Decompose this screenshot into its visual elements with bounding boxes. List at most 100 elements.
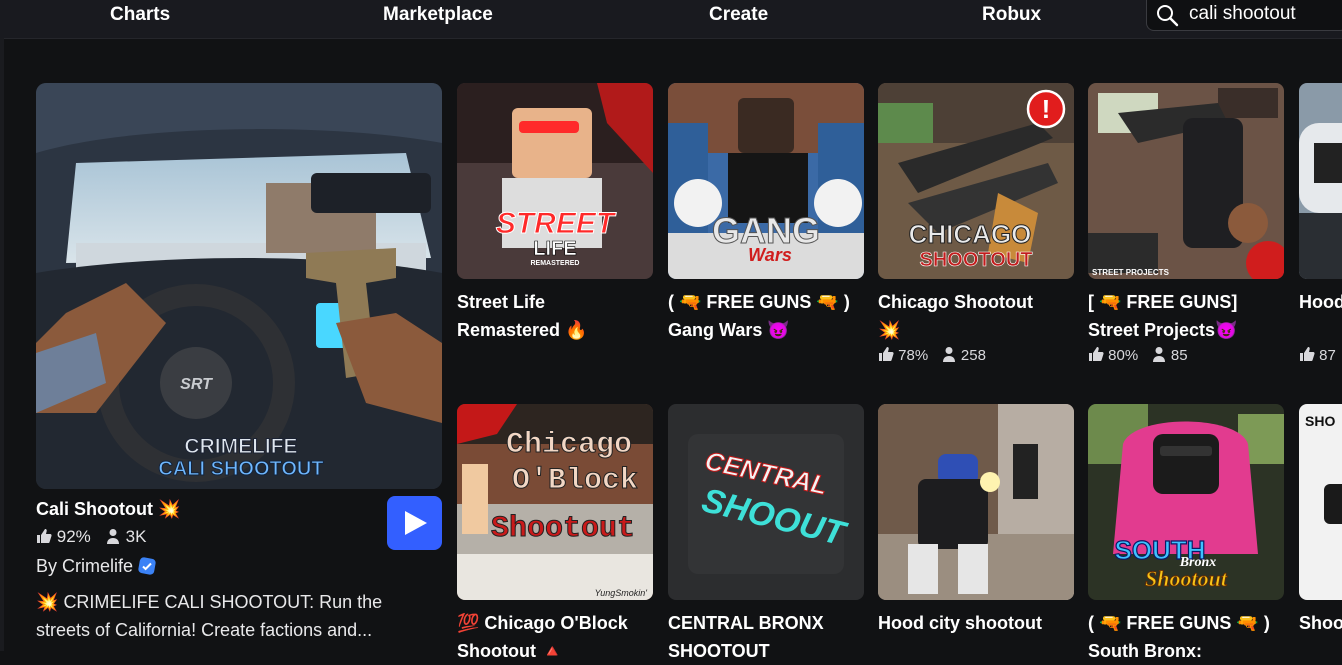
featured-description-emoji: 💥 — [36, 592, 59, 612]
game-title-text[interactable]: Shoo UPD — [1299, 613, 1342, 633]
featured-game-thumbnail[interactable]: SRT CRIMELIFE CALI SHOOTOUT — [36, 83, 442, 489]
game-title-text[interactable]: Hood — [1299, 292, 1342, 312]
game-players: 85 — [1170, 347, 1188, 364]
svg-text:Chicago: Chicago — [506, 428, 632, 462]
featured-title-text[interactable]: Cali Shootout — [36, 499, 153, 519]
svg-text:CHICAGO: CHICAGO — [909, 219, 1032, 249]
game-card[interactable]: GANG Wars ( 🔫 FREE GUNS 🔫 ) Gang Wars 😈 — [668, 83, 864, 344]
nav-robux[interactable]: Robux — [982, 4, 1041, 26]
svg-text:CRIMELIFE: CRIMELIFE — [184, 435, 297, 458]
svg-text:Wars: Wars — [748, 245, 792, 265]
game-title[interactable]: Chicago Shootout 💥 — [878, 288, 1074, 344]
game-title[interactable]: [ 🔫 FREE GUNS] Street Projects😈 — [1088, 288, 1284, 344]
game-rating: 80% — [1108, 347, 1139, 364]
search-input[interactable] — [1189, 2, 1339, 26]
game-card[interactable]: CHICAGO SHOOTOUT ! Chicago Shootout 💥 78%… — [878, 83, 1074, 364]
game-thumbnail[interactable]: SHO — [1299, 404, 1342, 600]
svg-text:STREET: STREET — [496, 207, 617, 240]
nav-charts[interactable]: Charts — [110, 4, 170, 26]
game-thumbnail[interactable]: GANG Wars — [668, 83, 864, 279]
players-icon — [1152, 347, 1165, 362]
search-box[interactable] — [1146, 0, 1342, 31]
svg-text:SRT: SRT — [180, 376, 213, 393]
nav-marketplace[interactable]: Marketplace — [383, 4, 493, 26]
game-title-emoji: 🔺 — [541, 641, 564, 661]
svg-text:!: ! — [1042, 94, 1051, 124]
game-title[interactable]: Hood — [1299, 288, 1342, 316]
featured-description: 💥 CRIMELIFE CALI SHOOTOUT: Run the stree… — [36, 588, 436, 644]
game-stats: 87 — [1299, 346, 1342, 364]
svg-text:YungSmokin': YungSmokin' — [595, 588, 648, 598]
game-title-emoji: 💥 — [878, 320, 901, 340]
play-icon — [405, 511, 427, 535]
svg-text:REMASTERED: REMASTERED — [530, 260, 579, 267]
featured-rating: 92% — [56, 527, 91, 546]
game-rating: 87 — [1319, 347, 1336, 364]
featured-description-text: CRIMELIFE CALI SHOOTOUT: Run the streets… — [36, 592, 383, 640]
game-thumbnail[interactable] — [878, 404, 1074, 600]
game-title[interactable]: Shoo UPD — [1299, 609, 1342, 637]
game-title[interactable]: ( 🔫 FREE GUNS 🔫 ) South Bronx: — [1088, 609, 1284, 665]
game-title-emoji: 😈 — [767, 320, 790, 340]
nav-create[interactable]: Create — [709, 4, 768, 26]
game-card[interactable]: Hood city shootout — [878, 404, 1074, 637]
game-title[interactable]: 💯 Chicago O'Block Shootout 🔺 — [457, 609, 653, 665]
verified-badge-icon — [138, 557, 156, 575]
game-title[interactable]: CENTRAL BRONX SHOOTOUT — [668, 609, 864, 665]
top-nav-bar: Charts Marketplace Create Robux — [0, 0, 1342, 39]
game-thumbnail[interactable]: STREET LIFE REMASTERED — [457, 83, 653, 279]
game-thumbnail[interactable]: CHICAGO SHOOTOUT ! — [878, 83, 1074, 279]
featured-title-emoji: 💥 — [158, 499, 181, 519]
game-card[interactable]: SHO Shoo UPD — [1299, 404, 1342, 637]
game-stats: 78% 258 — [878, 346, 1074, 364]
game-card[interactable]: CENTRAL SHOOUT CENTRAL BRONX SHOOTOUT — [668, 404, 864, 665]
featured-stats: 92% 3K — [36, 527, 146, 547]
featured-players: 3K — [125, 527, 147, 546]
featured-creator-name[interactable]: By Crimelife — [36, 556, 133, 576]
game-title-text[interactable]: Chicago Shootout — [878, 292, 1033, 312]
game-stats: 80% 85 — [1088, 346, 1284, 364]
game-title-emoji: 😈 — [1215, 320, 1238, 340]
featured-creator[interactable]: By Crimelife — [36, 556, 156, 577]
svg-text:SHO: SHO — [1305, 413, 1335, 429]
svg-text:Shootout: Shootout — [491, 512, 635, 546]
game-card[interactable]: STREET LIFE REMASTERED Street Life Remas… — [457, 83, 653, 344]
svg-text:LIFE: LIFE — [533, 238, 576, 260]
play-button[interactable] — [387, 496, 442, 550]
left-edge — [0, 38, 4, 651]
players-icon — [942, 347, 955, 362]
game-thumbnail[interactable]: Chicago O'Block Shootout YungSmokin' — [457, 404, 653, 600]
game-title[interactable]: Hood city shootout — [878, 609, 1074, 637]
game-title[interactable]: ( 🔫 FREE GUNS 🔫 ) Gang Wars 😈 — [668, 288, 864, 344]
svg-text:CALI SHOOTOUT: CALI SHOOTOUT — [158, 458, 323, 480]
game-title-emoji: 🔥 — [565, 320, 588, 340]
game-thumbnail[interactable]: STREET PROJECTS — [1088, 83, 1284, 279]
game-card[interactable]: SOUTH Bronx Shootout ( 🔫 FREE GUNS 🔫 ) S… — [1088, 404, 1284, 665]
game-card[interactable]: STREET PROJECTS [ 🔫 FREE GUNS] Street Pr… — [1088, 83, 1284, 364]
svg-text:O'Block: O'Block — [512, 464, 638, 498]
featured-title[interactable]: Cali Shootout 💥 — [36, 499, 180, 520]
thumbs-up-icon — [1089, 347, 1104, 361]
players-icon — [106, 529, 119, 544]
search-icon[interactable] — [1155, 3, 1179, 27]
game-title-text[interactable]: ( 🔫 FREE GUNS 🔫 ) Gang Wars — [668, 292, 850, 340]
svg-text:SHOOTOUT: SHOOTOUT — [920, 249, 1033, 271]
svg-text:STREET PROJECTS: STREET PROJECTS — [1092, 268, 1170, 277]
thumbs-up-icon — [879, 347, 894, 361]
game-card[interactable]: Hood 87 — [1299, 83, 1342, 364]
svg-text:Shootout: Shootout — [1145, 566, 1228, 591]
thumbs-up-icon — [37, 529, 52, 543]
game-title-text[interactable]: CENTRAL BRONX SHOOTOUT — [668, 613, 824, 661]
game-title-text[interactable]: ( 🔫 FREE GUNS 🔫 ) South Bronx: — [1088, 613, 1270, 661]
game-players: 258 — [960, 347, 986, 364]
game-card[interactable]: Chicago O'Block Shootout YungSmokin' 💯 C… — [457, 404, 653, 665]
game-title-text[interactable]: Street Life Remastered — [457, 292, 560, 340]
thumbs-up-icon — [1300, 347, 1315, 361]
game-thumbnail[interactable] — [1299, 83, 1342, 279]
alert-icon: ! — [1026, 89, 1066, 129]
game-thumbnail[interactable]: CENTRAL SHOOUT — [668, 404, 864, 600]
game-title[interactable]: Street Life Remastered 🔥 — [457, 288, 653, 344]
game-rating: 78% — [898, 347, 929, 364]
game-thumbnail[interactable]: SOUTH Bronx Shootout — [1088, 404, 1284, 600]
game-title-text[interactable]: Hood city shootout — [878, 613, 1042, 633]
